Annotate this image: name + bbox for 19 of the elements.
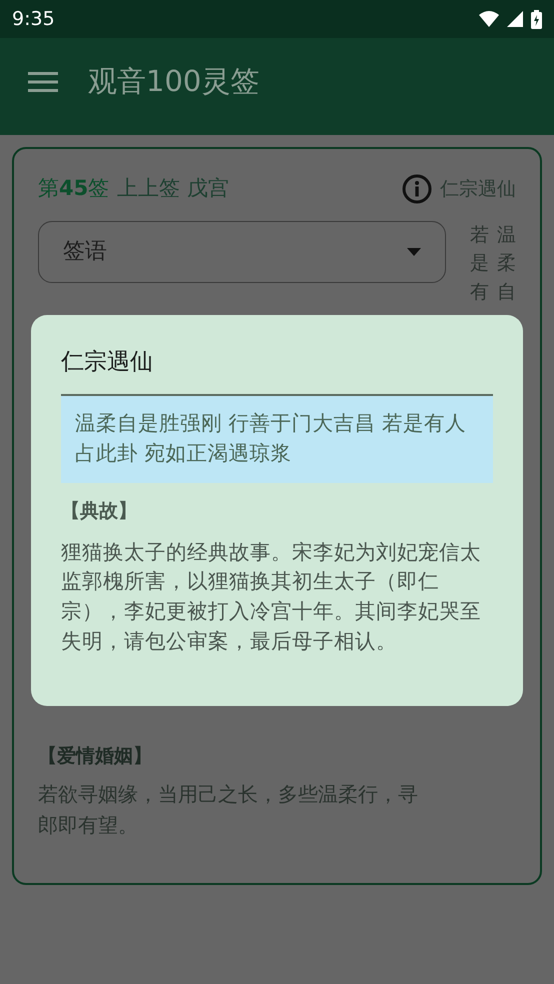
menu-icon[interactable] bbox=[28, 70, 58, 92]
story-heading: 【典故】 bbox=[61, 499, 138, 524]
story-text: 狸猫换太子的经典故事。宋李妃为刘妃宠信太监郭槐所害，以狸猫换其初生太子（即仁宗），李妃更被打入冷宫十年。其间李妃哭至失明，请包公审案，最后母子相认。 bbox=[61, 538, 482, 655]
section-heading: 【爱情婚姻】 bbox=[38, 744, 153, 769]
story-button[interactable]: 仁宗遇仙 bbox=[402, 174, 516, 204]
poem-column: 温柔自 bbox=[497, 220, 516, 306]
battery-charging-icon bbox=[531, 10, 542, 28]
status-time: 9:35 bbox=[12, 6, 55, 32]
verse-text: 温柔自是胜强刚 行善于门大吉昌 若是有人占此卦 宛如正渴遇琼浆 bbox=[61, 396, 493, 483]
app-title: 观音100灵签 bbox=[88, 62, 260, 100]
caret-icon bbox=[407, 248, 421, 256]
poem-column: 若是有 bbox=[470, 220, 489, 306]
wifi-icon bbox=[479, 11, 499, 27]
lot-grade: 上上签 戊宫 bbox=[117, 175, 229, 202]
lot-title: 第45签 bbox=[38, 175, 110, 202]
signal-icon bbox=[507, 11, 523, 27]
dropdown[interactable]: 签语 bbox=[38, 220, 446, 282]
section-text: 若欲寻姻缘，当用己之长，多些温柔行，寻郎即有望。 bbox=[38, 780, 419, 838]
info-icon bbox=[402, 174, 432, 204]
